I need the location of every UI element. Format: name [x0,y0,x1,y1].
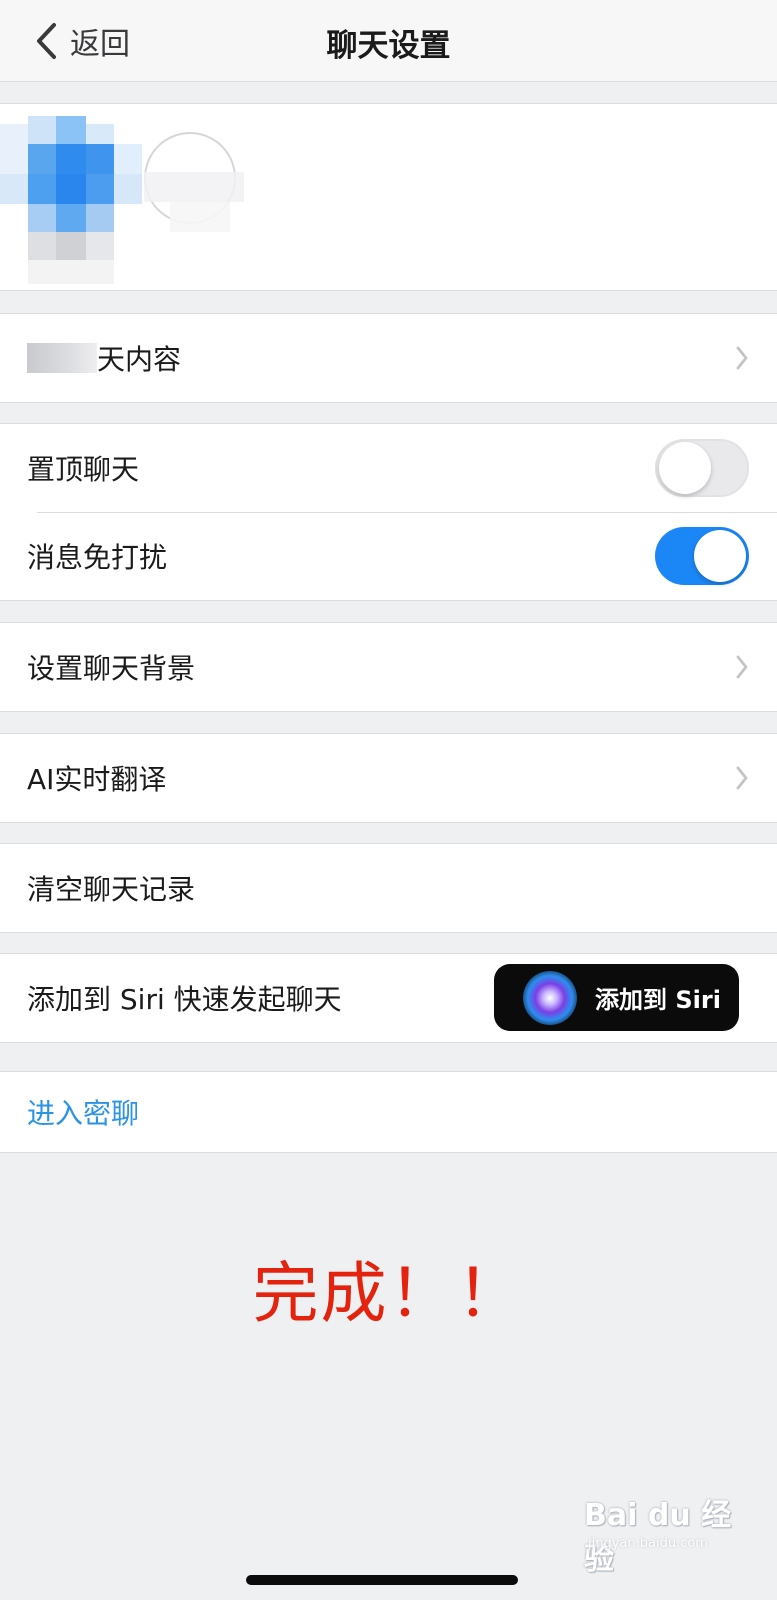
pin-chat-label: 置顶聊天 [27,453,140,486]
chat-background-label: 设置聊天背景 [27,652,196,685]
siri-label: 添加到 Siri 快速发起聊天 [27,983,342,1016]
home-indicator[interactable] [246,1575,518,1585]
add-to-siri-button[interactable]: 添加到 Siri [494,964,739,1031]
secret-chat-row[interactable]: 进入密聊 [0,1072,777,1152]
pin-chat-toggle[interactable] [655,439,749,497]
toggle-section: 置顶聊天 消息免打扰 [0,423,777,601]
toggle-knob [659,442,711,494]
clear-history-row[interactable]: 清空聊天记录 [0,844,777,932]
blurred-label-prefix [27,343,97,373]
mute-toggle[interactable] [655,527,749,585]
watermark-main: Bai du 经验 [584,1498,732,1577]
done-annotation: 完成！！ [252,1255,525,1332]
search-chat-content-row[interactable]: 天内容 [0,314,777,402]
chat-background-row[interactable]: 设置聊天背景 [0,623,777,711]
watermark-logo: Bai du 经验 jingyan.baidu.com [584,1490,744,1577]
siri-orb-icon [523,970,577,1025]
siri-section: 添加到 Siri 快速发起聊天 添加到 Siri [0,953,777,1043]
chevron-right-icon [736,766,748,790]
siri-row: 添加到 Siri 快速发起聊天 添加到 Siri [0,954,777,1042]
translate-section: AI实时翻译 [0,733,777,823]
add-member-blur-lower [170,202,230,232]
add-to-siri-label: 添加到 Siri [595,986,721,1014]
mute-label: 消息免打扰 [27,541,168,574]
ai-translate-label: AI实时翻译 [27,763,167,796]
clear-history-label: 清空聊天记录 [27,873,196,906]
secret-chat-label: 进入密聊 [27,1097,140,1130]
ai-translate-row[interactable]: AI实时翻译 [0,734,777,822]
add-member-blur [144,172,244,202]
clear-section: 清空聊天记录 [0,843,777,933]
search-chat-content-label: 天内容 [97,343,182,376]
search-history-section: 天内容 [0,313,777,403]
member-section [0,103,777,291]
toggle-knob [694,530,746,582]
navigation-bar: 返回 聊天设置 [0,0,777,82]
mute-row: 消息免打扰 [0,512,777,600]
chevron-right-icon [736,655,748,679]
watermark-sub: jingyan.baidu.com [588,1536,708,1551]
page-title: 聊天设置 [326,28,451,64]
avatar[interactable] [0,104,145,290]
background-section: 设置聊天背景 [0,622,777,712]
secret-chat-section: 进入密聊 [0,1071,777,1153]
pin-chat-row: 置顶聊天 [0,424,777,513]
chevron-right-icon [736,346,748,370]
